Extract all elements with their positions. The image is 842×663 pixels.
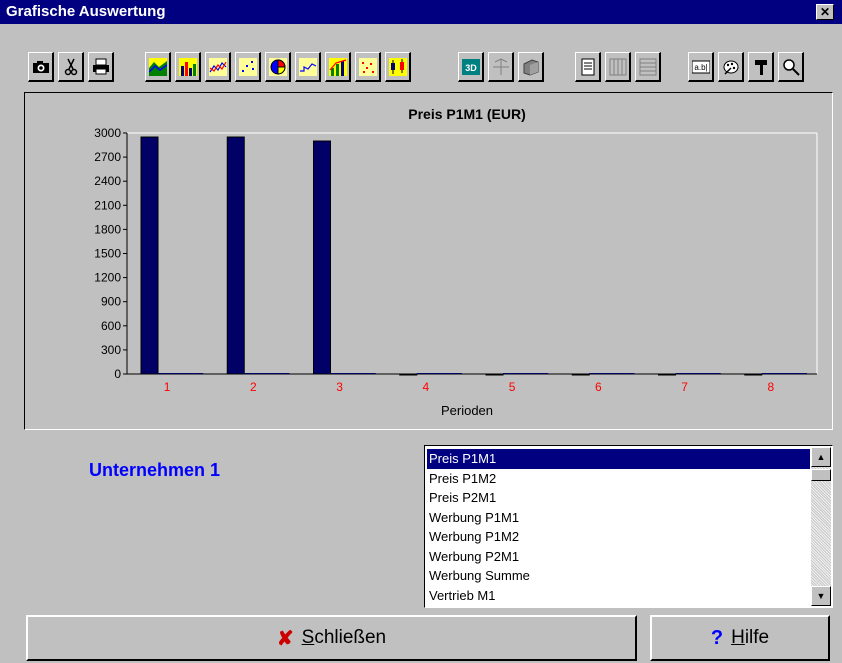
x-tick-label: 4 [423, 380, 430, 394]
bar [571, 373, 590, 376]
svg-text:3D: 3D [465, 63, 477, 73]
y-tick-label: 1200 [94, 271, 121, 285]
candlestick-chart-icon[interactable] [385, 52, 411, 82]
area-chart-icon[interactable] [145, 52, 171, 82]
line-chart-icon[interactable] [205, 52, 231, 82]
chart-title: Preis P1M1 (EUR) [408, 106, 525, 122]
scatter-chart-icon[interactable] [235, 52, 261, 82]
y-tick-label: 2400 [94, 174, 121, 188]
x-tick-label: 7 [681, 380, 688, 394]
y-tick-label: 900 [101, 295, 121, 309]
y-tick-label: 0 [114, 367, 121, 381]
step-chart-icon[interactable] [295, 52, 321, 82]
bar-chart-icon[interactable] [175, 52, 201, 82]
listbox-scrollbar[interactable]: ▲ ▼ [811, 447, 831, 606]
zoom-icon[interactable] [778, 52, 804, 82]
help-question-icon: ? [710, 626, 724, 649]
list-item[interactable]: Werbung Summe [427, 566, 810, 586]
data-series-listbox[interactable]: Preis P1M1 Preis P1M2 Preis P2M1 Werbung P1… [424, 445, 833, 608]
window-title: Grafische Auswertung [6, 3, 166, 20]
x-tick-label: 8 [768, 380, 775, 394]
vertical-grid-icon[interactable] [605, 52, 631, 82]
y-tick-label: 600 [101, 319, 121, 333]
list-item[interactable]: Preis P2M1 [427, 488, 810, 508]
y-tick-label: 2700 [94, 150, 121, 164]
scroll-up-button[interactable]: ▲ [811, 447, 831, 467]
bar [416, 373, 462, 374]
close-x-icon: ✘ [276, 627, 294, 650]
x-tick-label: 3 [336, 380, 343, 394]
bar [675, 373, 721, 374]
combo-chart-icon[interactable] [325, 52, 351, 82]
x-axis-label: Perioden [441, 403, 493, 418]
scissors-icon[interactable] [58, 52, 84, 82]
bar [226, 136, 245, 375]
list-item[interactable]: Preis P1M2 [427, 469, 810, 489]
bar [399, 373, 418, 376]
bar [761, 373, 807, 374]
x-tick-label: 6 [595, 380, 602, 394]
bar [330, 373, 376, 374]
bar [140, 136, 159, 375]
list-item[interactable]: Werbung P1M1 [427, 508, 810, 528]
text-label-icon[interactable]: a.b| [688, 52, 714, 82]
scroll-down-button[interactable]: ▼ [811, 586, 831, 606]
company-label: Unternehmen 1 [89, 460, 221, 480]
y-tick-label: 1500 [94, 247, 121, 261]
printer-icon[interactable] [88, 52, 114, 82]
x-tick-label: 1 [164, 380, 171, 394]
help-button[interactable]: ? Hilfe [650, 615, 830, 661]
bar [244, 373, 290, 374]
bar [485, 373, 504, 376]
title-bar: Grafische Auswertung ✕ [0, 0, 842, 24]
bar [658, 373, 676, 376]
bar [503, 373, 549, 374]
page-icon[interactable] [575, 52, 601, 82]
bar [744, 373, 763, 376]
list-item[interactable]: Werbung P2M1 [427, 547, 810, 567]
list-item[interactable]: Vertrieb M1 [427, 586, 810, 606]
camera-icon[interactable] [28, 52, 54, 82]
y-tick-label: 2100 [94, 198, 121, 212]
3d-icon[interactable]: 3D [458, 52, 484, 82]
help-button-label: Hilfe [731, 627, 770, 648]
y-tick-label: 300 [101, 343, 121, 357]
list-item[interactable]: Preis P1M1 [427, 449, 810, 469]
rotate-icon[interactable] [488, 52, 514, 82]
list-item[interactable]: Werbung P1M2 [427, 527, 810, 547]
close-button[interactable]: ✘ Schließen [26, 615, 637, 661]
x-tick-label: 5 [509, 380, 516, 394]
bar-chart: Preis P1M1 (EUR)030060090012001500180021… [94, 106, 818, 418]
bar [589, 373, 635, 374]
svg-text:a.b|: a.b| [694, 63, 707, 72]
pages-icon[interactable] [518, 52, 544, 82]
x-tick-label: 2 [250, 380, 257, 394]
bar [158, 373, 204, 374]
dot-chart-icon[interactable] [355, 52, 381, 82]
y-tick-label: 3000 [94, 126, 121, 140]
bar [313, 140, 331, 375]
horizontal-grid-icon[interactable] [635, 52, 661, 82]
pie-chart-icon[interactable] [265, 52, 291, 82]
hammer-icon[interactable] [748, 52, 774, 82]
list-items: Preis P1M1 Preis P1M2 Preis P2M1 Werbung P1… [427, 449, 810, 605]
chart-panel: Preis P1M1 (EUR) 0 300 600 900 1200 1500 1800 21… [24, 92, 833, 430]
close-window-button[interactable]: ✕ [816, 4, 834, 20]
scroll-thumb[interactable] [811, 469, 831, 481]
palette-icon[interactable] [718, 52, 744, 82]
close-button-label: Schließen [301, 627, 387, 648]
y-tick-label: 1800 [94, 222, 121, 236]
